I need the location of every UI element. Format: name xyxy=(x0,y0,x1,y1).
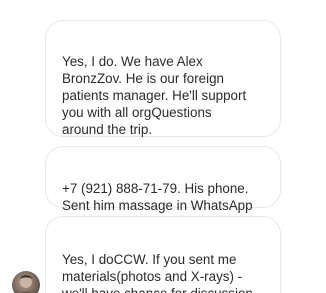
message-text: +7 (921) 888-71-79. His phone. Sent him … xyxy=(62,181,253,213)
chat-thread: Yes, I do. We have Alex BronzZov. He is … xyxy=(0,0,326,293)
message-text: Yes, I do. We have Alex BronzZov. He is … xyxy=(62,54,247,137)
user-photo-avatar-icon xyxy=(20,275,32,293)
message-bubble[interactable]: Yes, I do. We have Alex BronzZov. He is … xyxy=(45,20,281,137)
message-bubble[interactable]: +7 (921) 888-71-79. His phone. Sent him … xyxy=(45,146,281,213)
avatar[interactable] xyxy=(12,271,40,293)
message-text: Yes, I doCCW. If you sent me materials(p… xyxy=(62,252,253,293)
message-bubble[interactable]: Yes, I doCCW. If you sent me materials(p… xyxy=(45,216,281,293)
